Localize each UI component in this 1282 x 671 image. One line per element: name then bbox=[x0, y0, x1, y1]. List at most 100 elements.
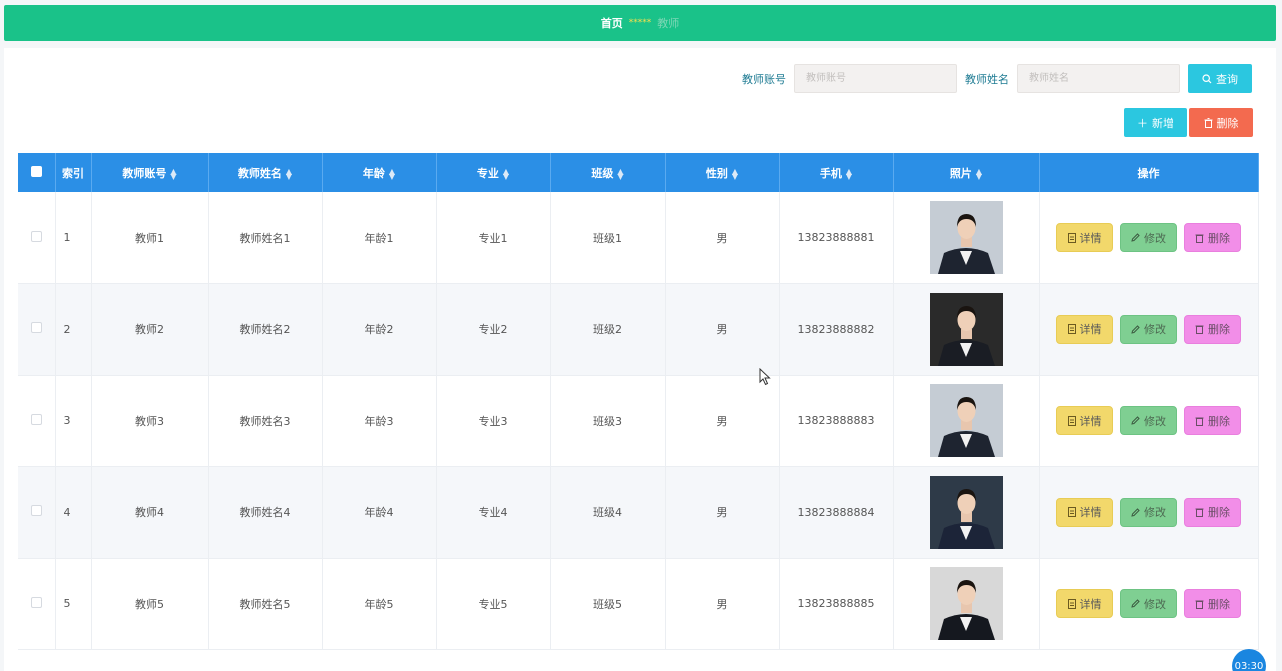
query-button[interactable]: 查询 bbox=[1188, 64, 1252, 93]
column-header-label: 教师账号 bbox=[122, 166, 167, 180]
trash-icon bbox=[1195, 325, 1204, 335]
edit-button[interactable]: 修改 bbox=[1120, 314, 1177, 344]
pencil-icon bbox=[1131, 416, 1140, 425]
column-header-major[interactable]: 专业 ▲ ▼ bbox=[436, 153, 551, 192]
column-header-gender[interactable]: 性别 ▲ ▼ bbox=[665, 153, 780, 192]
sort-icon[interactable]: ▲ ▼ bbox=[170, 167, 176, 180]
name-cell: 教师姓名3 bbox=[208, 375, 323, 467]
class-cell: 班级2 bbox=[550, 283, 666, 376]
add-button[interactable]: ＋ 新增 bbox=[1124, 108, 1187, 137]
add-label: 新增 bbox=[1152, 116, 1174, 130]
detail-button[interactable]: 详情 bbox=[1056, 406, 1113, 436]
teacher-photo[interactable] bbox=[929, 475, 1003, 549]
gender-cell: 男 bbox=[665, 375, 780, 467]
teacher-photo[interactable] bbox=[929, 292, 1003, 366]
column-header-label: 班级 bbox=[591, 166, 614, 180]
trash-icon bbox=[1204, 117, 1212, 128]
timer-badge[interactable]: 03:30 bbox=[1232, 649, 1266, 671]
phone-cell: 13823888883 bbox=[779, 375, 894, 467]
account-cell: 教师4 bbox=[91, 466, 209, 559]
sort-icon[interactable]: ▲ ▼ bbox=[389, 167, 395, 180]
remove-button[interactable]: 删除 bbox=[1184, 314, 1241, 344]
row-select-cell bbox=[18, 192, 56, 284]
edit-button[interactable]: 修改 bbox=[1120, 406, 1177, 436]
column-header-name[interactable]: 教师姓名 ▲ ▼ bbox=[208, 153, 323, 192]
remove-button[interactable]: 删除 bbox=[1184, 589, 1241, 619]
column-header-label: 照片 bbox=[949, 166, 972, 180]
edit-button[interactable]: 修改 bbox=[1120, 223, 1177, 252]
column-header-age[interactable]: 年龄 ▲ ▼ bbox=[322, 153, 437, 192]
select-all-checkbox[interactable] bbox=[30, 165, 42, 177]
actions-cell: 详情 修改 删除 bbox=[1039, 558, 1259, 650]
actions-cell: 详情 修改 删除 bbox=[1039, 466, 1259, 559]
search-icon bbox=[1202, 73, 1212, 83]
row-checkbox[interactable] bbox=[30, 596, 42, 608]
phone-cell: 13823888881 bbox=[779, 192, 894, 284]
detail-button[interactable]: 详情 bbox=[1056, 589, 1113, 619]
detail-button[interactable]: 详情 bbox=[1056, 314, 1113, 344]
row-select-cell bbox=[18, 375, 56, 467]
column-header-label: 性别 bbox=[705, 166, 728, 180]
column-header-phone[interactable]: 手机 ▲ ▼ bbox=[779, 153, 894, 192]
sort-icon[interactable]: ▲ ▼ bbox=[286, 167, 292, 180]
name-cell: 教师姓名1 bbox=[208, 192, 323, 284]
major-cell: 专业3 bbox=[436, 375, 551, 467]
edit-button[interactable]: 修改 bbox=[1120, 589, 1177, 619]
edit-button[interactable]: 修改 bbox=[1120, 497, 1177, 527]
table-header-row: 索引 教师账号 ▲ ▼ 教师姓名 ▲ ▼ 年龄 ▲ ▼ 专业 ▲ ▼ 班级 ▲ ▼ 性别 ▲ ▼ 手机 ▲… bbox=[18, 153, 1259, 192]
remove-button[interactable]: 删除 bbox=[1184, 223, 1241, 252]
phone-cell: 13823888882 bbox=[779, 283, 894, 376]
pencil-icon bbox=[1131, 599, 1140, 608]
actions-cell: 详情 修改 删除 bbox=[1039, 283, 1259, 376]
detail-button[interactable]: 详情 bbox=[1056, 497, 1113, 527]
row-select-cell bbox=[18, 466, 56, 559]
index-cell: 5 bbox=[55, 558, 92, 650]
remove-button[interactable]: 删除 bbox=[1184, 406, 1241, 436]
breadcrumb-separator: ***** bbox=[628, 18, 652, 28]
column-header-actions: 操作 bbox=[1039, 153, 1259, 192]
column-header-index: 索引 bbox=[55, 153, 92, 192]
sort-icon[interactable]: ▲ ▼ bbox=[732, 167, 738, 180]
teacher-photo[interactable] bbox=[929, 567, 1003, 641]
edit-label: 修改 bbox=[1144, 231, 1166, 245]
age-cell: 年龄4 bbox=[322, 466, 437, 559]
query-label: 查询 bbox=[1216, 72, 1238, 86]
document-icon bbox=[1067, 324, 1076, 335]
table-row: 2 教师2 教师姓名2 年龄2 专业2 班级2 男 13823888882 详情 修改 删除 bbox=[18, 283, 1259, 376]
batch-delete-button[interactable]: 删除 bbox=[1189, 108, 1253, 137]
remove-button[interactable]: 删除 bbox=[1184, 497, 1241, 527]
pencil-icon bbox=[1131, 508, 1140, 517]
class-cell: 班级4 bbox=[550, 466, 666, 559]
name-cell: 教师姓名2 bbox=[208, 283, 323, 376]
index-cell: 2 bbox=[55, 283, 92, 376]
name-search-input[interactable] bbox=[1017, 64, 1180, 93]
sort-icon[interactable]: ▲ ▼ bbox=[976, 167, 982, 180]
remove-label: 删除 bbox=[1208, 506, 1230, 520]
photo-cell bbox=[893, 283, 1040, 376]
account-search-input[interactable] bbox=[794, 64, 957, 93]
delete-label: 删除 bbox=[1216, 116, 1239, 130]
pencil-icon bbox=[1131, 233, 1140, 242]
sort-icon[interactable]: ▲ ▼ bbox=[503, 167, 509, 180]
row-checkbox[interactable] bbox=[30, 413, 42, 425]
column-header-class[interactable]: 班级 ▲ ▼ bbox=[550, 153, 666, 192]
row-checkbox[interactable] bbox=[30, 505, 42, 517]
column-header-account[interactable]: 教师账号 ▲ ▼ bbox=[91, 153, 209, 192]
row-select-cell bbox=[18, 283, 56, 376]
sort-icon[interactable]: ▲ ▼ bbox=[617, 167, 623, 180]
detail-button[interactable]: 详情 bbox=[1056, 223, 1113, 252]
row-checkbox[interactable] bbox=[30, 322, 42, 334]
column-header-photo[interactable]: 照片 ▲ ▼ bbox=[893, 153, 1040, 192]
name-cell: 教师姓名4 bbox=[208, 466, 323, 559]
age-cell: 年龄3 bbox=[322, 375, 437, 467]
breadcrumb-home[interactable]: 首页 bbox=[601, 15, 623, 31]
photo-cell bbox=[893, 192, 1040, 284]
sort-icon[interactable]: ▲ ▼ bbox=[846, 167, 852, 180]
teacher-photo[interactable] bbox=[929, 201, 1003, 274]
teacher-photo[interactable] bbox=[929, 384, 1003, 458]
phone-cell: 13823888884 bbox=[779, 466, 894, 559]
trash-icon bbox=[1195, 234, 1204, 243]
remove-label: 删除 bbox=[1208, 597, 1230, 611]
row-checkbox[interactable] bbox=[30, 230, 42, 242]
edit-label: 修改 bbox=[1144, 506, 1166, 520]
